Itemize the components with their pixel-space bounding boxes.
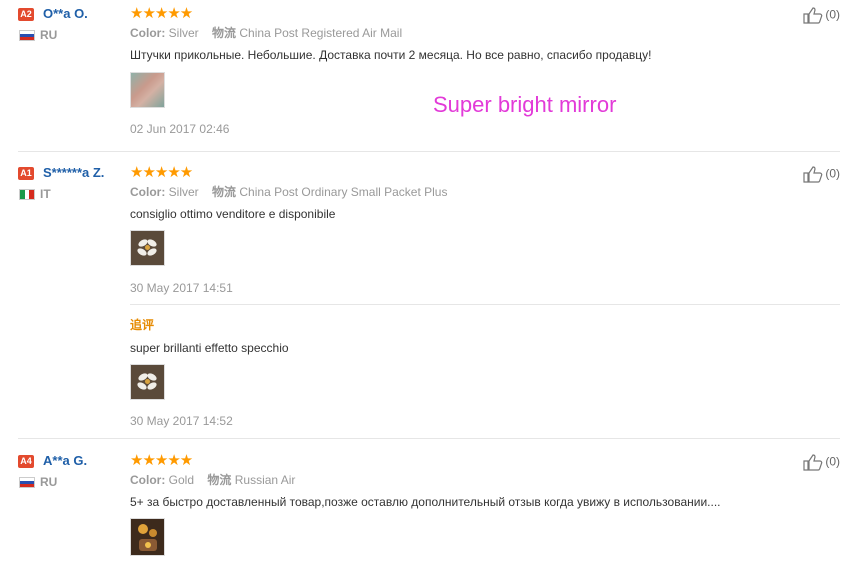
star-rating: ★★★★★ bbox=[130, 452, 193, 469]
followup-date: 30 May 2017 14:52 bbox=[130, 414, 233, 428]
followup-text: super brillanti effetto specchio bbox=[130, 341, 289, 355]
order-info: Color: Silver 物流 China Post Ordinary Sma… bbox=[130, 183, 447, 200]
review-text: Штучки прикольные. Небольшие. Доставка п… bbox=[130, 48, 652, 62]
photo-image bbox=[131, 519, 164, 555]
order-info: Color: Gold 物流 Russian Air bbox=[130, 471, 295, 488]
overlay-caption: Super bright mirror bbox=[433, 92, 617, 117]
followup-divider bbox=[130, 304, 840, 305]
review-text: 5+ за быстро доставленный товар,позже ос… bbox=[130, 495, 721, 509]
helpful-count: (0) bbox=[825, 166, 840, 181]
country-code: RU bbox=[40, 28, 58, 42]
review-date: 30 May 2017 14:51 bbox=[130, 281, 233, 295]
flag-ru-icon bbox=[19, 30, 35, 41]
helpful-button[interactable]: (0) bbox=[803, 454, 840, 471]
shipping-label: 物流 bbox=[212, 185, 237, 199]
photo-image bbox=[131, 365, 164, 399]
shipping-label: 物流 bbox=[207, 473, 232, 487]
followup-photo-thumbnail[interactable] bbox=[130, 364, 165, 400]
flag-ru-icon bbox=[19, 477, 35, 488]
thumbs-up-icon bbox=[803, 7, 823, 24]
color-value: Silver bbox=[168, 26, 199, 40]
reviewer-name[interactable]: A**a G. bbox=[43, 453, 87, 468]
photo-image bbox=[131, 231, 164, 265]
shipping-value: China Post Registered Air Mail bbox=[239, 26, 403, 40]
helpful-button[interactable]: (0) bbox=[803, 7, 840, 24]
shipping-value: Russian Air bbox=[234, 473, 296, 487]
star-rating: ★★★★★ bbox=[130, 164, 193, 181]
helpful-count: (0) bbox=[825, 7, 840, 22]
shipping-label: 物流 bbox=[212, 26, 237, 40]
review-photo-thumbnail[interactable] bbox=[130, 72, 165, 108]
helpful-count: (0) bbox=[825, 454, 840, 469]
review-text: consiglio ottimo venditore e disponibile bbox=[130, 207, 336, 221]
color-label: Color: bbox=[130, 473, 166, 487]
buyer-level-badge: A1 bbox=[18, 167, 34, 180]
color-label: Color: bbox=[130, 26, 166, 40]
order-info: Color: Silver 物流 China Post Registered A… bbox=[130, 24, 402, 41]
reviewer-name[interactable]: O**a O. bbox=[43, 6, 88, 21]
buyer-level-badge: A4 bbox=[18, 455, 34, 468]
color-label: Color: bbox=[130, 185, 166, 199]
review-divider bbox=[18, 438, 840, 439]
review-photo-thumbnail[interactable] bbox=[130, 518, 165, 556]
color-value: Gold bbox=[168, 473, 195, 487]
review-date: 02 Jun 2017 02:46 bbox=[130, 122, 230, 136]
shipping-value: China Post Ordinary Small Packet Plus bbox=[239, 185, 448, 199]
helpful-button[interactable]: (0) bbox=[803, 166, 840, 183]
thumbs-up-icon bbox=[803, 454, 823, 471]
reviewer-name[interactable]: S******a Z. bbox=[43, 165, 104, 180]
color-value: Silver bbox=[168, 185, 199, 199]
followup-label: 追评 bbox=[130, 318, 155, 332]
thumbs-up-icon bbox=[803, 166, 823, 183]
review-photo-thumbnail[interactable] bbox=[130, 230, 165, 266]
country-code: RU bbox=[40, 475, 58, 489]
buyer-level-badge: A2 bbox=[18, 8, 34, 21]
star-rating: ★★★★★ bbox=[130, 5, 193, 22]
review-divider bbox=[18, 151, 840, 152]
country-code: IT bbox=[40, 187, 51, 201]
flag-it-icon bbox=[19, 189, 35, 200]
